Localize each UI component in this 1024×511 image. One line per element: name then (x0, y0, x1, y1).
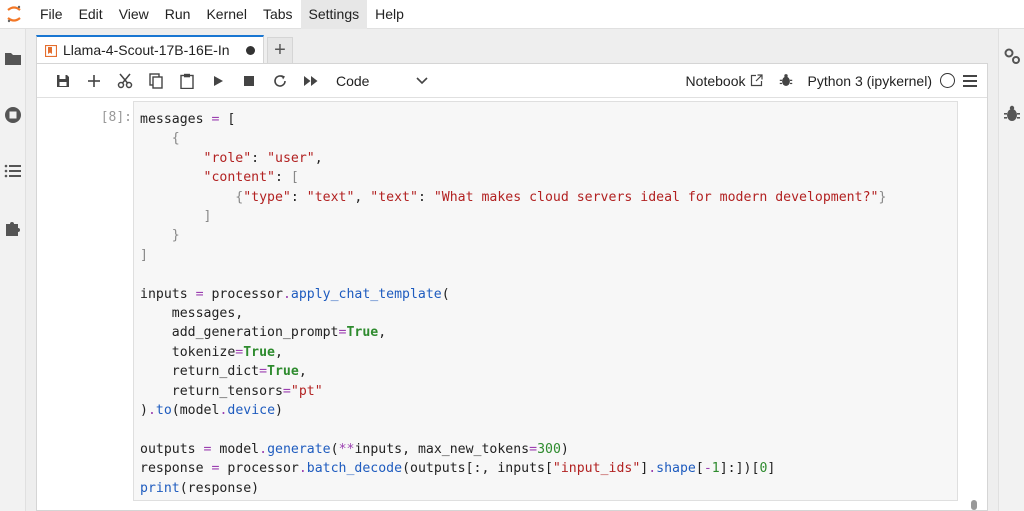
left-sidebar (0, 29, 26, 511)
notebook-toolbar: Code Notebook Python 3 (ipykernel) (37, 64, 987, 98)
refresh-icon (273, 74, 286, 87)
run-all-button[interactable] (295, 69, 326, 93)
toc-icon[interactable] (3, 161, 23, 181)
copy-icon (148, 72, 163, 89)
menu-bar: File Edit View Run Kernel Tabs Settings … (0, 0, 1024, 29)
menu-kernel[interactable]: Kernel (198, 0, 254, 29)
restart-button[interactable] (264, 69, 295, 93)
copy-button[interactable] (140, 69, 171, 93)
menu-tabs[interactable]: Tabs (255, 0, 301, 29)
plus-icon (87, 74, 100, 87)
save-button[interactable] (47, 69, 78, 93)
extension-icon[interactable] (3, 218, 23, 238)
code-editor[interactable]: messages = [ { "role": "user", "content"… (133, 101, 958, 501)
scissors-icon (117, 73, 132, 88)
cell-prompt: [8]: (100, 110, 132, 125)
main-dock: Llama-4-Scout-17B-16E-In + Code Notebook… (26, 29, 998, 511)
kernel-name[interactable]: Python 3 (ipykernel) (807, 73, 932, 89)
cut-button[interactable] (109, 69, 140, 93)
notebook-label: Notebook (685, 72, 746, 89)
menu-help[interactable]: Help (367, 0, 412, 29)
save-icon (56, 74, 69, 87)
notebook-icon (44, 44, 58, 58)
cell-type-value: Code (336, 72, 370, 89)
running-icon[interactable] (3, 105, 23, 125)
insert-cell-button[interactable] (78, 69, 109, 93)
external-link-icon (751, 74, 764, 87)
menu-hamburger-icon[interactable] (963, 74, 977, 87)
right-sidebar (998, 29, 1024, 511)
tab-bar: Llama-4-Scout-17B-16E-In + (36, 35, 293, 63)
menu-edit[interactable]: Edit (71, 0, 111, 29)
open-notebook-link[interactable]: Notebook (686, 73, 764, 89)
debugger-toggle-icon[interactable] (779, 73, 793, 88)
chevron-down-icon (416, 76, 428, 84)
tab-notebook[interactable]: Llama-4-Scout-17B-16E-In (36, 35, 264, 63)
scrollbar-thumb[interactable] (971, 500, 977, 510)
unsaved-indicator-icon[interactable] (246, 45, 255, 55)
menu-view[interactable]: View (111, 0, 157, 29)
interrupt-button[interactable] (233, 69, 264, 93)
paste-button[interactable] (171, 69, 202, 93)
debugger-icon[interactable] (1002, 104, 1022, 124)
jupyter-logo-icon[interactable] (0, 0, 28, 29)
play-icon (213, 75, 223, 86)
code-content[interactable]: messages = [ { "role": "user", "content"… (140, 110, 951, 498)
menu-settings[interactable]: Settings (300, 0, 368, 29)
menu-run[interactable]: Run (157, 0, 199, 29)
stop-icon (243, 75, 254, 86)
menu-file[interactable]: File (32, 0, 71, 29)
run-button[interactable] (202, 69, 233, 93)
cell-type-select[interactable]: Code (336, 73, 428, 89)
clipboard-icon (179, 73, 194, 89)
fast-forward-icon (303, 75, 317, 86)
folder-icon[interactable] (3, 48, 23, 68)
tab-label: Llama-4-Scout-17B-16E-In (63, 42, 230, 58)
property-inspector-icon[interactable] (1002, 46, 1022, 66)
new-tab-button[interactable]: + (267, 37, 293, 63)
kernel-idle-icon (940, 73, 955, 88)
notebook-panel: Code Notebook Python 3 (ipykernel) [8]: … (36, 63, 988, 511)
